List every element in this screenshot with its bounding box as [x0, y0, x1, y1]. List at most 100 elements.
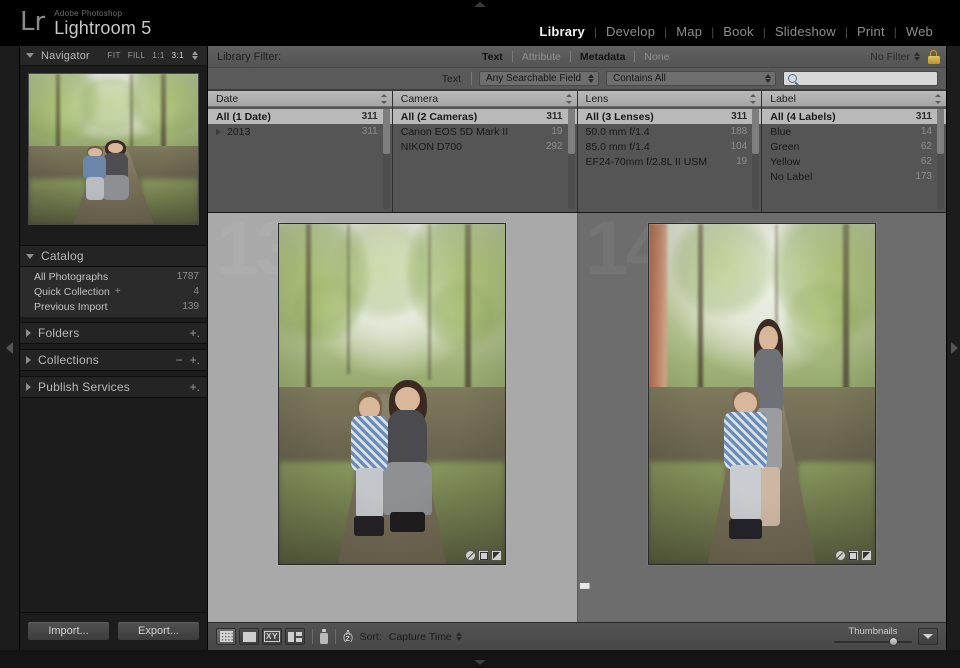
- navigator-zoom-levels: FIT FILL 1:1 3:1: [108, 50, 199, 61]
- search-rule-select[interactable]: Contains All: [606, 71, 776, 86]
- remove-collection-icon[interactable]: −: [176, 353, 183, 367]
- filter-tab-attribute[interactable]: Attribute: [513, 50, 570, 64]
- metadata-row-count: 62: [920, 141, 932, 152]
- slider-knob[interactable]: [888, 637, 898, 646]
- keyword-badge-icon[interactable]: [834, 550, 846, 561]
- add-publish-service-icon[interactable]: +.: [190, 380, 200, 394]
- chevron-stepper-icon: [588, 73, 595, 84]
- metadata-row[interactable]: All (2 Cameras) 311: [392, 109, 577, 124]
- metadata-row[interactable]: All (4 Labels) 311: [762, 109, 946, 124]
- metadata-row[interactable]: 2013 311: [208, 124, 392, 139]
- column-scrollbar[interactable]: [382, 109, 390, 209]
- column-options-stepper-icon[interactable]: [935, 93, 942, 104]
- metadata-row[interactable]: All (3 Lenses) 311: [577, 109, 762, 124]
- column-options-stepper-icon[interactable]: [380, 93, 388, 104]
- column-scrollbar[interactable]: [567, 109, 575, 209]
- publish-services-header[interactable]: Publish Services +.: [20, 376, 207, 398]
- column-scrollbar[interactable]: [752, 109, 760, 209]
- metadata-row[interactable]: No Label 173: [762, 169, 946, 184]
- lock-icon[interactable]: [927, 49, 940, 64]
- export-button[interactable]: Export...: [117, 621, 200, 641]
- search-input[interactable]: [800, 73, 933, 84]
- top-panel-toggle[interactable]: [465, 0, 495, 8]
- add-collection-icon[interactable]: +.: [190, 353, 200, 367]
- metadata-row[interactable]: EF24-70mm f/2.8L II USM 19: [578, 154, 762, 169]
- column-options-stepper-icon[interactable]: [750, 93, 757, 104]
- metadata-row-count: 311: [915, 111, 932, 122]
- spray-can-icon[interactable]: [320, 629, 328, 644]
- keyword-badge-icon[interactable]: [465, 550, 477, 561]
- crop-badge-icon[interactable]: [847, 550, 859, 561]
- metadata-row[interactable]: Blue 14: [762, 124, 946, 139]
- photo-thumbnail[interactable]: [647, 223, 876, 565]
- metadata-column-header[interactable]: Date: [208, 91, 392, 107]
- metadata-row-label: Yellow: [770, 155, 801, 168]
- metadata-column-lens: Lens All (3 Lenses) 311 50.0 mm f/1.4 18…: [577, 91, 763, 212]
- metadata-column-header[interactable]: Label: [762, 91, 946, 107]
- grid-view-button[interactable]: [216, 628, 236, 645]
- filter-tab-metadata[interactable]: Metadata: [571, 50, 635, 64]
- zoom-3-1[interactable]: 3:1: [172, 51, 184, 60]
- add-folder-icon[interactable]: +.: [190, 326, 200, 340]
- catalog-item-quick-collection[interactable]: Quick Collection + 4: [20, 284, 207, 299]
- module-book[interactable]: Book: [714, 24, 762, 39]
- metadata-column-header[interactable]: Lens: [577, 91, 762, 107]
- view-mode-buttons: XY: [216, 628, 305, 645]
- metadata-row[interactable]: All (1 Date) 311: [208, 109, 392, 124]
- module-print[interactable]: Print: [848, 24, 894, 39]
- collections-header[interactable]: Collections − +.: [20, 349, 207, 371]
- survey-view-button[interactable]: [285, 628, 305, 645]
- toolbar-options-button[interactable]: [918, 628, 938, 645]
- develop-adjust-badge-icon[interactable]: [491, 550, 503, 561]
- metadata-row[interactable]: 85.0 mm f/1.4 104: [578, 139, 762, 154]
- column-scrollbar[interactable]: [937, 109, 944, 209]
- search-field-select[interactable]: Any Searchable Field: [479, 71, 599, 86]
- module-develop[interactable]: Develop: [597, 24, 664, 39]
- loupe-view-button[interactable]: [239, 628, 259, 645]
- zoom-fill[interactable]: FILL: [128, 51, 146, 60]
- catalog-item-all-photographs[interactable]: All Photographs 1787: [20, 269, 207, 284]
- thumbnail-size-slider[interactable]: [834, 637, 912, 646]
- metadata-row[interactable]: Yellow 62: [762, 154, 946, 169]
- disclosure-triangle-icon[interactable]: [216, 128, 221, 135]
- bottom-panel-toggle[interactable]: [465, 659, 495, 667]
- az-sort-icon[interactable]: (A Z): [343, 630, 353, 643]
- crop-badge-icon[interactable]: [478, 550, 490, 561]
- zoom-fit[interactable]: FIT: [108, 51, 121, 60]
- compare-view-button[interactable]: XY: [262, 628, 282, 645]
- sort-order-select[interactable]: Capture Time: [389, 631, 463, 643]
- grid-cell[interactable]: 131: [208, 213, 578, 622]
- filter-preset-stepper-icon[interactable]: [913, 51, 921, 62]
- navigator-header[interactable]: Navigator FIT FILL 1:1 3:1: [20, 46, 207, 66]
- metadata-row[interactable]: Green 62: [762, 139, 946, 154]
- filter-tab-none[interactable]: None: [635, 50, 678, 64]
- metadata-row[interactable]: NIKON D700 292: [393, 139, 577, 154]
- catalog-header[interactable]: Catalog: [20, 245, 207, 267]
- filmstrip-bar: [0, 650, 960, 668]
- right-panel-collapse-arrow[interactable]: [946, 46, 960, 650]
- module-map[interactable]: Map: [667, 24, 711, 39]
- chevron-down-icon: [923, 634, 933, 639]
- module-library[interactable]: Library: [530, 24, 593, 39]
- metadata-row[interactable]: 50.0 mm f/1.4 188: [578, 124, 762, 139]
- catalog-item-previous-import[interactable]: Previous Import 139: [20, 299, 207, 314]
- module-web[interactable]: Web: [897, 24, 942, 39]
- metadata-row[interactable]: Canon EOS 5D Mark II 19: [393, 124, 577, 139]
- sort-stepper-icon: [455, 631, 463, 642]
- filter-preset-value[interactable]: No Filter: [870, 51, 910, 63]
- left-panel-collapse-arrow[interactable]: [0, 46, 20, 650]
- navigator-preview-image[interactable]: [28, 73, 199, 225]
- column-options-stepper-icon[interactable]: [565, 93, 573, 104]
- search-box[interactable]: [783, 71, 938, 86]
- folders-header[interactable]: Folders +.: [20, 322, 207, 344]
- zoom-stepper-icon[interactable]: [192, 50, 199, 61]
- develop-adjust-badge-icon[interactable]: [860, 550, 872, 561]
- grid-cell[interactable]: 142: [577, 213, 946, 622]
- module-slideshow[interactable]: Slideshow: [766, 24, 845, 39]
- filter-tab-text[interactable]: Text: [473, 50, 512, 64]
- metadata-column-header[interactable]: Camera: [392, 91, 577, 107]
- cell-footer: [208, 588, 577, 622]
- zoom-1-1[interactable]: 1:1: [152, 51, 164, 60]
- import-button[interactable]: Import...: [27, 621, 110, 641]
- photo-thumbnail[interactable]: [278, 223, 507, 565]
